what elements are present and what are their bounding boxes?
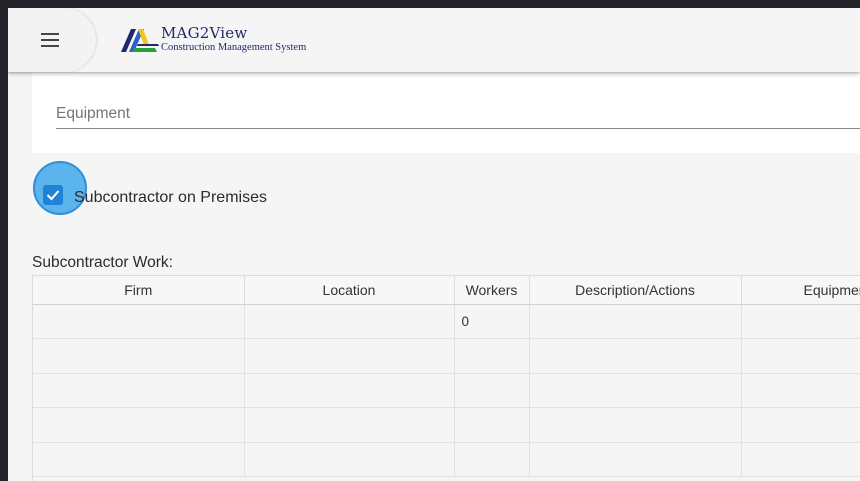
table-cell[interactable] <box>741 407 860 443</box>
table-cell[interactable] <box>529 373 742 408</box>
hamburger-icon <box>41 33 59 47</box>
table-cell[interactable] <box>33 407 245 443</box>
subcontractor-on-premises-checkbox[interactable] <box>43 185 63 205</box>
subcontractor-work-table: Firm Location Workers Description/Action… <box>32 275 860 481</box>
table-cell[interactable] <box>529 304 742 339</box>
table-cell[interactable] <box>244 304 455 339</box>
column-header-workers[interactable]: Workers <box>454 276 530 305</box>
logo-mark-icon <box>121 29 159 52</box>
table-cell[interactable] <box>741 338 860 374</box>
table-cell[interactable] <box>244 338 455 374</box>
equipment-field-label: Equipment <box>56 105 131 122</box>
checkmark-icon <box>46 190 60 201</box>
table-cell[interactable] <box>33 373 245 408</box>
table-cell[interactable] <box>244 407 455 443</box>
table-row[interactable] <box>33 407 860 443</box>
app-header: MAG2View Construction Management System <box>8 8 860 72</box>
table-cell[interactable] <box>33 442 245 477</box>
table-row[interactable] <box>33 338 860 374</box>
menu-button[interactable] <box>8 8 96 72</box>
table-cell[interactable] <box>529 407 742 443</box>
column-header-description-actions[interactable]: Description/Actions <box>529 276 742 305</box>
table-cell[interactable] <box>33 338 245 374</box>
logo-subtitle: Construction Management System <box>161 42 307 54</box>
column-header-equipment[interactable]: Equipment <box>741 276 860 305</box>
column-header-location[interactable]: Location <box>244 276 455 305</box>
table-cell[interactable] <box>244 442 455 477</box>
table-cell[interactable] <box>741 304 860 339</box>
table-row[interactable]: 0 <box>33 304 860 339</box>
app-logo[interactable]: MAG2View Construction Management System <box>119 23 306 57</box>
table-cell[interactable]: 0 <box>454 304 530 339</box>
table-row[interactable] <box>33 373 860 408</box>
table-cell[interactable] <box>741 442 860 477</box>
table-cell[interactable] <box>741 373 860 408</box>
table-cell[interactable] <box>244 373 455 408</box>
table-cell[interactable] <box>529 338 742 374</box>
table-cell[interactable] <box>529 442 742 477</box>
table-row[interactable] <box>33 442 860 477</box>
table-cell[interactable] <box>454 373 530 408</box>
equipment-field-underline <box>56 128 860 129</box>
app-window: MAG2View Construction Management System … <box>8 8 860 481</box>
subcontractor-on-premises-label[interactable]: Subcontractor on Premises <box>74 189 267 207</box>
table-cell[interactable] <box>454 442 530 477</box>
equipment-field[interactable]: Equipment <box>32 72 860 153</box>
table-header-row: Firm Location Workers Description/Action… <box>33 276 860 305</box>
subcontractor-work-title: Subcontractor Work: <box>32 254 173 271</box>
logo-title: MAG2View <box>161 24 248 43</box>
table-cell[interactable] <box>33 304 245 339</box>
table-cell[interactable] <box>454 338 530 374</box>
column-header-firm[interactable]: Firm <box>33 276 245 305</box>
table-cell[interactable] <box>454 407 530 443</box>
